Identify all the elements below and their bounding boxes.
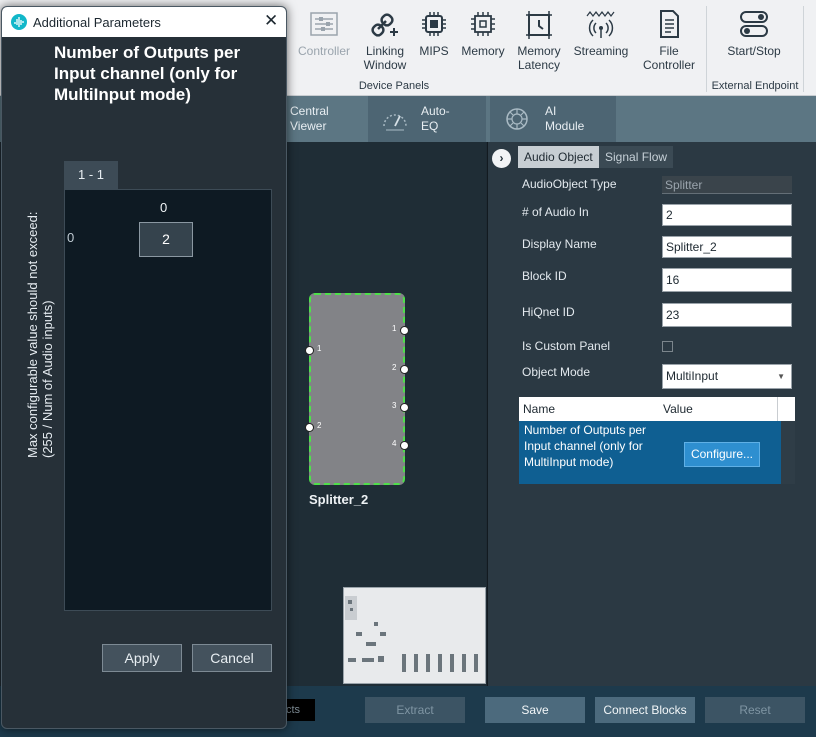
- controller-label: Controller: [297, 44, 351, 58]
- input-port[interactable]: [305, 346, 314, 355]
- controller-sliders-icon: [308, 8, 340, 40]
- output-port[interactable]: [400, 326, 409, 335]
- group-external-endpoint: External Endpoint: [711, 80, 799, 92]
- input-port-label: 2: [317, 421, 322, 430]
- ai-brain-icon: [502, 104, 532, 134]
- outputs-count-input[interactable]: 2: [139, 222, 193, 257]
- block-name-label: Splitter_2: [309, 492, 369, 507]
- output-port-label: 1: [392, 324, 397, 333]
- chip-icon: [418, 8, 450, 40]
- mips-label: MIPS: [419, 44, 449, 58]
- matrix-tab[interactable]: 1 - 1: [64, 161, 118, 189]
- reset-button[interactable]: Reset: [705, 697, 805, 723]
- canvas-minimap[interactable]: [343, 587, 486, 684]
- central-viewer-label: Central Viewer: [290, 104, 329, 133]
- auto-eq-label: Auto- EQ: [421, 104, 450, 133]
- chevron-down-icon: ▼: [777, 372, 785, 381]
- toggle-icon: [738, 8, 770, 40]
- dialog-title: Additional Parameters: [33, 15, 161, 30]
- central-viewer-button[interactable]: Central Viewer: [286, 96, 364, 142]
- is-custom-panel-label: Is Custom Panel: [522, 339, 611, 353]
- document-icon: [653, 8, 685, 40]
- output-port[interactable]: [400, 365, 409, 374]
- cancel-button[interactable]: Cancel: [192, 644, 272, 672]
- file-controller-button[interactable]: File Controller: [638, 8, 700, 72]
- collapse-panel-icon[interactable]: ›: [492, 149, 511, 168]
- linking-window-label: Linking Window: [363, 44, 407, 72]
- matrix-column-header: 0: [160, 200, 168, 215]
- dialog-title-bar[interactable]: Additional Parameters ✕: [2, 7, 286, 37]
- block-id-field[interactable]: 16: [662, 268, 792, 292]
- output-port[interactable]: [400, 403, 409, 412]
- hiqnet-id-field[interactable]: 23: [662, 303, 792, 327]
- streaming-button[interactable]: Streaming: [572, 8, 630, 58]
- latency-frame-icon: [523, 8, 555, 40]
- start-stop-label: Start/Stop: [727, 44, 781, 58]
- close-icon[interactable]: ✕: [264, 11, 278, 31]
- grid-scrollbar[interactable]: [781, 421, 795, 484]
- save-button[interactable]: Save: [485, 697, 585, 723]
- configure-button[interactable]: Configure...: [684, 442, 760, 467]
- tab-audio-object[interactable]: Audio Object: [518, 146, 599, 168]
- display-name-label: Display Name: [522, 237, 597, 251]
- linking-window-button[interactable]: Linking Window: [360, 8, 410, 72]
- start-stop-button[interactable]: Start/Stop: [718, 8, 790, 58]
- object-mode-value: MultiInput: [666, 369, 719, 383]
- memory-label: Memory: [461, 44, 505, 58]
- auto-eq-button[interactable]: Auto- EQ: [368, 96, 486, 142]
- grid-header-divider: [777, 397, 778, 421]
- tab-signal-flow[interactable]: Signal Flow: [599, 146, 674, 168]
- audio-object-type-field: Splitter: [662, 176, 792, 194]
- gauge-icon: [380, 104, 410, 134]
- hiqnet-id-label: HiQnet ID: [522, 305, 575, 319]
- ribbon-separator: [803, 6, 804, 92]
- output-port-label: 2: [392, 363, 397, 372]
- minimap-content-icon: [345, 596, 478, 672]
- ai-module-label: AI Module: [545, 104, 585, 133]
- mips-button[interactable]: MIPS: [416, 8, 452, 58]
- ribbon-separator: [706, 6, 707, 92]
- object-mode-select[interactable]: MultiInput ▼: [662, 364, 792, 389]
- grid-header-value: Value: [663, 402, 693, 416]
- input-port[interactable]: [305, 423, 314, 432]
- output-port-label: 3: [392, 401, 397, 410]
- output-port[interactable]: [400, 441, 409, 450]
- input-port-label: 1: [317, 344, 322, 353]
- grid-header-name: Name: [523, 402, 556, 416]
- connect-blocks-button[interactable]: Connect Blocks: [595, 697, 695, 723]
- streaming-label: Streaming: [573, 44, 629, 58]
- audio-object-type-label: AudioObject Type: [522, 177, 617, 191]
- group-device-panels: Device Panels: [358, 80, 430, 92]
- parameter-name-cell: Number of Outputs per Input channel (onl…: [524, 423, 647, 469]
- extract-button[interactable]: Extract: [365, 697, 465, 723]
- memory-latency-button[interactable]: Memory Latency: [514, 8, 564, 72]
- ai-module-button[interactable]: AI Module: [490, 96, 616, 142]
- max-value-note-line1: Max configurable value should not exceed…: [25, 211, 40, 458]
- controller-button[interactable]: Controller: [294, 8, 354, 58]
- parameter-grid-header: Name Value: [519, 397, 795, 421]
- is-custom-panel-checkbox[interactable]: [662, 341, 673, 352]
- memory-button[interactable]: Memory: [458, 8, 508, 58]
- splitter-block[interactable]: [309, 293, 405, 485]
- display-name-field[interactable]: Splitter_2: [662, 236, 792, 258]
- block-id-label: Block ID: [522, 269, 567, 283]
- max-value-note-line2: (255 / Num of Audio inputs): [40, 300, 55, 458]
- num-audio-in-field[interactable]: 2: [662, 204, 792, 226]
- output-port-label: 4: [392, 439, 397, 448]
- num-audio-in-label: # of Audio In: [522, 205, 589, 219]
- link-plus-icon: [369, 8, 401, 40]
- matrix-row-header: 0: [67, 230, 75, 245]
- dialog-heading: Number of Outputs per Input channel (onl…: [54, 43, 241, 104]
- search-input[interactable]: cts: [286, 699, 315, 721]
- memory-chip-icon: [467, 8, 499, 40]
- memory-latency-label: Memory Latency: [517, 44, 561, 72]
- app-logo-icon: [11, 14, 27, 30]
- file-controller-label: File Controller: [642, 44, 696, 72]
- antenna-icon: [585, 8, 617, 40]
- object-mode-label: Object Mode: [522, 365, 591, 379]
- max-value-note: Max configurable value should not exceed…: [25, 158, 55, 458]
- apply-button[interactable]: Apply: [102, 644, 182, 672]
